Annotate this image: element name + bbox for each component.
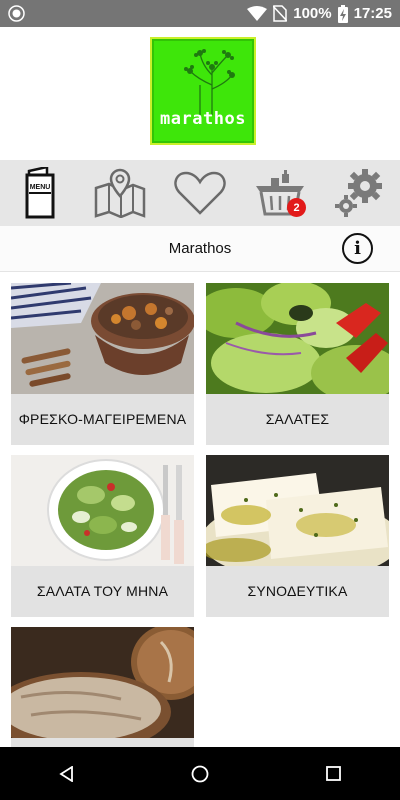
menu-book-icon: MENU: [25, 167, 55, 219]
back-triangle-icon: [58, 765, 73, 782]
category-label: ΣΑΛΑΤΕΣ: [265, 411, 330, 427]
title-bar: Marathos i: [0, 226, 400, 272]
recents-square-icon: [325, 766, 341, 781]
home-button[interactable]: [170, 747, 230, 800]
category-label: [11, 738, 194, 747]
no-sim-icon: [273, 5, 288, 22]
map-pin-icon: [94, 168, 146, 218]
settings-button[interactable]: [330, 163, 390, 223]
status-bar: 100% 17:25: [0, 0, 400, 27]
category-card-fresh-cooked[interactable]: ΦΡΕΣΚΟ-ΜΑΓΕΙΡΕΜΕΝΑ: [11, 283, 194, 445]
logo-area: marathos: [0, 27, 400, 160]
green-salad-photo: [206, 283, 389, 394]
category-label: ΣΑΛΑΤΑ ΤΟΥ ΜΗΝΑ: [36, 583, 169, 599]
back-button[interactable]: [37, 747, 97, 800]
logo-text: marathos: [160, 109, 246, 129]
category-card-bread[interactable]: [11, 627, 194, 747]
feta-cheese-photo: [206, 455, 389, 566]
category-card-salad-of-month[interactable]: ΣΑΛΑΤΑ ΤΟΥ ΜΗΝΑ: [11, 455, 194, 617]
cart-count-badge: 2: [287, 198, 306, 217]
category-card-salads[interactable]: ΣΑΛΑΤΕΣ: [206, 283, 389, 445]
notification-icon: [8, 5, 25, 22]
heart-icon: [174, 171, 226, 215]
clock: 17:25: [353, 5, 392, 22]
recents-button[interactable]: [303, 747, 363, 800]
category-label: ΦΡΕΣΚΟ-ΜΑΓΕΙΡΕΜΕΝΑ: [18, 411, 187, 427]
menu-button[interactable]: MENU: [10, 163, 70, 223]
page-title: Marathos: [168, 240, 232, 257]
salad-bowl-photo: [11, 455, 194, 566]
category-card-side-dishes[interactable]: ΣΥΝΟΔΕΥΤΙΚΑ: [206, 455, 389, 617]
category-label: ΣΥΝΟΔΕΥΤΙΚΑ: [247, 583, 348, 599]
home-circle-icon: [191, 765, 209, 782]
category-grid: ΦΡΕΣΚΟ-ΜΑΓΕΙΡΕΜΕΝΑ ΣΑΛΑΤΕΣ ΣΑΛΑΤΑ ΤΟΥ ΜΗ…: [0, 272, 400, 747]
battery-charging-icon: [337, 4, 348, 23]
map-button[interactable]: [90, 163, 150, 223]
toolbar: MENU 2: [0, 160, 400, 226]
stew-pot-photo: [11, 283, 194, 394]
wifi-icon: [247, 5, 268, 21]
favorites-button[interactable]: [170, 163, 230, 223]
bread-loaf-photo: [11, 627, 194, 738]
battery-percent: 100%: [293, 5, 332, 22]
system-nav-bar: [0, 747, 400, 800]
fennel-plant-icon: [184, 49, 235, 115]
cart-button[interactable]: 2: [250, 163, 310, 223]
gears-icon: [335, 169, 382, 217]
menu-icon-text: MENU: [30, 184, 51, 191]
marathos-logo: marathos: [150, 37, 256, 145]
info-button[interactable]: i: [342, 233, 373, 264]
info-icon: i: [354, 238, 361, 259]
